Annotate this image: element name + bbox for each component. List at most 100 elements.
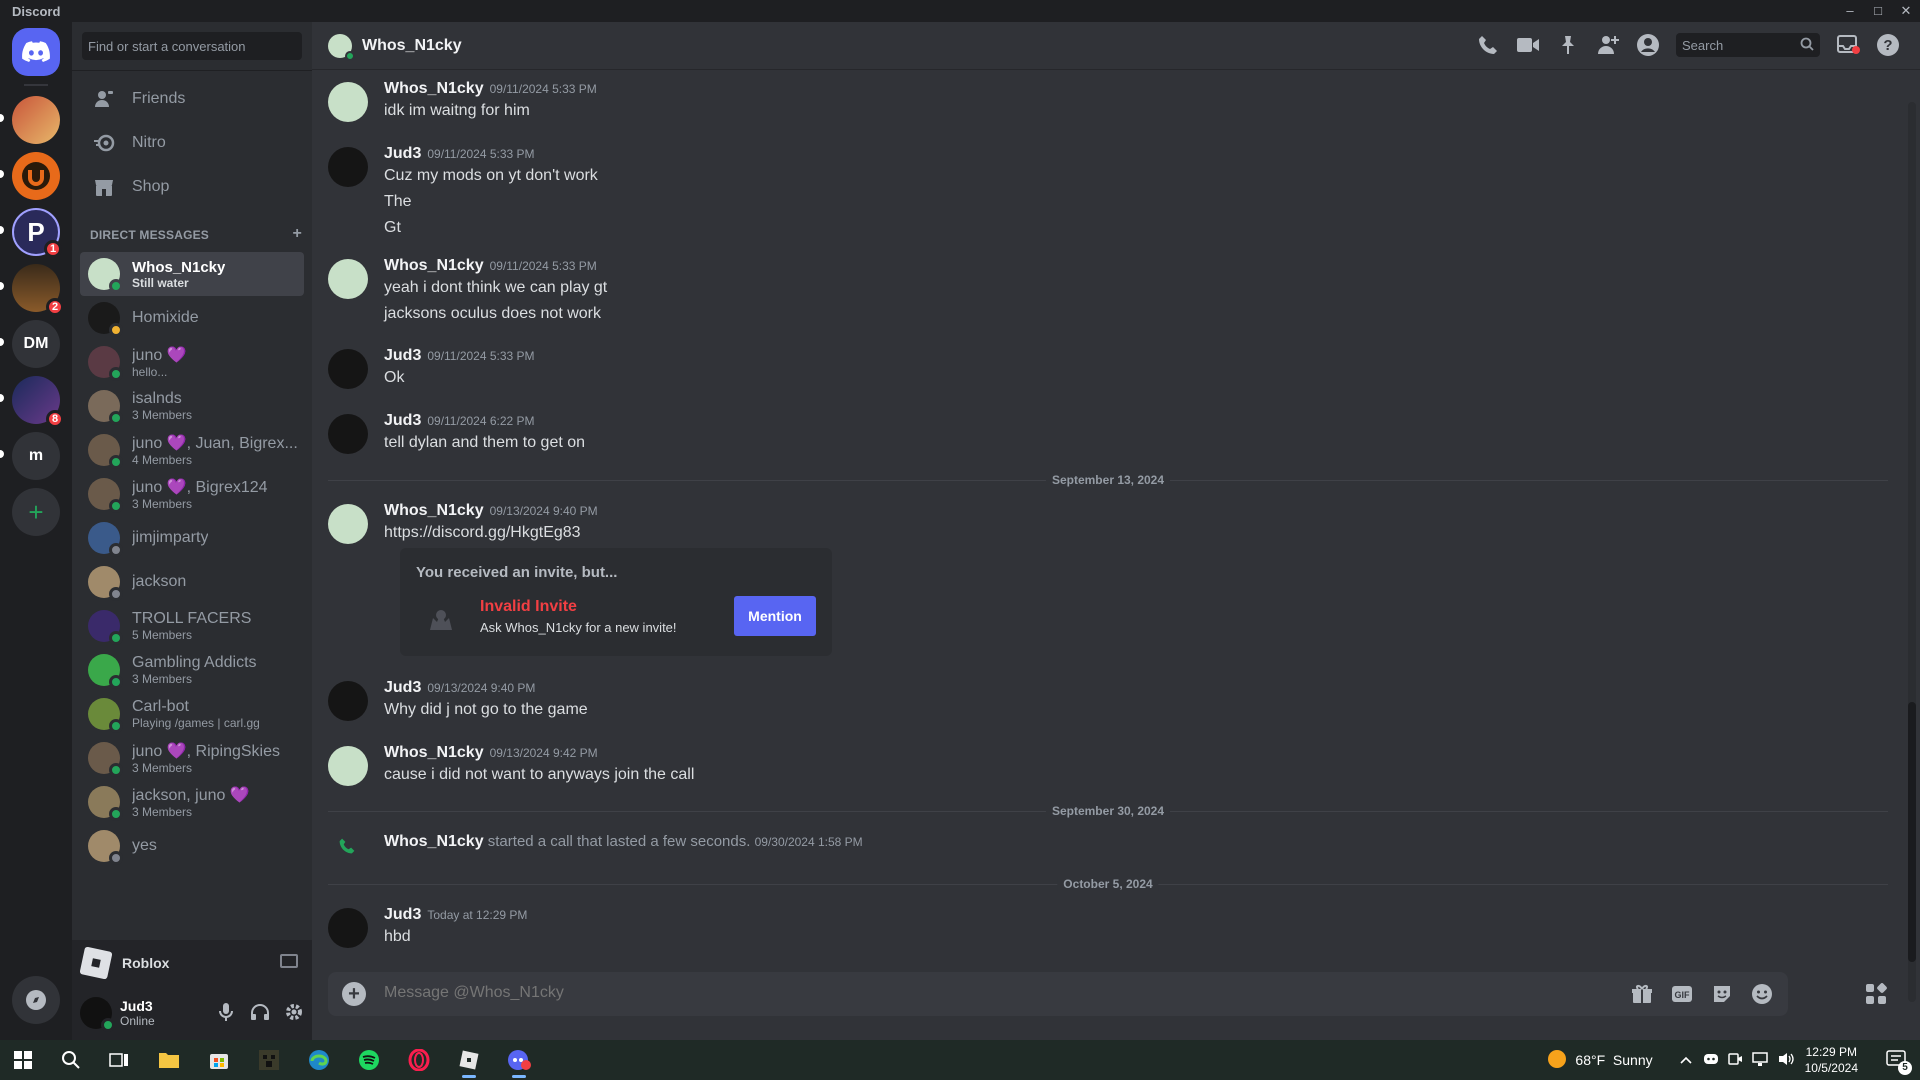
mic-icon[interactable] [216,1002,236,1022]
file-explorer-icon[interactable] [154,1046,184,1074]
headphones-icon[interactable] [250,1002,270,1022]
search-input[interactable]: Search [1676,33,1820,57]
dm-item[interactable]: TROLL FACERS 5 Members [80,604,304,648]
dm-item[interactable]: isalnds 3 Members [80,384,304,428]
minecraft-icon[interactable] [254,1046,284,1074]
meet-now-icon[interactable] [1727,1051,1743,1070]
server-icon-2[interactable] [12,152,60,200]
gif-icon[interactable]: GIF [1670,982,1694,1006]
avatar[interactable] [328,414,368,454]
dm-item[interactable]: jackson, juno 💜 3 Members [80,780,304,824]
discord-tray-icon[interactable] [1703,1052,1719,1069]
upload-plus-icon[interactable]: + [342,982,366,1006]
maximize-button[interactable]: □ [1864,0,1892,22]
task-view-icon[interactable] [104,1046,134,1074]
edge-browser-icon[interactable] [304,1046,334,1074]
scrollbar[interactable] [1908,102,1916,1002]
nav-shop[interactable]: Shop [80,166,304,208]
dm-item[interactable]: juno 💜, Juan, Bigrex... 4 Members [80,428,304,472]
settings-gear-icon[interactable] [284,1002,304,1022]
weather-text[interactable]: 68°F Sunny [1575,1052,1652,1068]
dm-item[interactable]: yes [80,824,304,868]
message-input[interactable] [384,984,1584,1002]
nav-friends[interactable]: Friends [80,78,304,120]
network-icon[interactable] [1751,1051,1769,1070]
avatar[interactable] [328,746,368,786]
author-name[interactable]: Whos_N1cky [384,257,484,274]
dm-item[interactable]: jackson [80,560,304,604]
taskbar-search-icon[interactable] [56,1046,86,1074]
avatar[interactable] [328,908,368,948]
author-name[interactable]: Jud3 [384,145,421,162]
author-name[interactable]: Whos_N1cky [384,80,484,97]
stream-icon[interactable] [280,954,298,968]
minimize-button[interactable]: – [1836,0,1864,22]
author-name[interactable]: Jud3 [384,906,421,923]
user-profile-icon[interactable] [1636,32,1660,58]
avatar[interactable] [328,147,368,187]
invite-link[interactable]: https://discord.gg/HkgtEg83 [384,524,581,542]
close-button[interactable]: ✕ [1892,0,1920,22]
server-icon-3[interactable]: P 1 [12,208,62,258]
help-icon[interactable]: ? [1876,32,1900,58]
status-dot [109,543,123,557]
video-call-icon[interactable] [1516,32,1540,58]
dm-item[interactable]: juno 💜, RipingSkies 3 Members [80,736,304,780]
chevron-up-icon[interactable] [1679,1053,1693,1068]
author-name[interactable]: Jud3 [384,412,421,429]
server-icon-4[interactable]: 2 [12,264,64,316]
notifications-icon[interactable]: 5 [1886,1049,1912,1075]
gift-icon[interactable] [1630,982,1654,1006]
nav-nitro[interactable]: Nitro [80,122,304,164]
apps-icon[interactable] [1864,982,1892,1008]
sticker-icon[interactable] [1710,982,1734,1006]
emoji-icon[interactable] [1750,982,1774,1006]
add-friends-to-dm-icon[interactable] [1596,32,1620,58]
author-name[interactable]: Jud3 [384,679,421,696]
call-author[interactable]: Whos_N1cky [384,833,484,850]
system-clock[interactable]: 12:29 PM 10/5/2024 [1805,1044,1858,1076]
status-dot [109,675,123,689]
server-m[interactable]: m [12,432,60,480]
nav-shop-label: Shop [132,178,170,195]
dm-item[interactable]: juno 💜, Bigrex124 3 Members [80,472,304,516]
volume-icon[interactable] [1777,1051,1795,1070]
discord-taskbar-icon[interactable] [504,1046,534,1078]
spotify-icon[interactable] [354,1046,384,1074]
voice-call-icon[interactable] [1476,32,1500,58]
server-icon-6[interactable]: 8 [12,376,64,428]
find-conversation-input[interactable]: Find or start a conversation [82,32,302,60]
author-name[interactable]: Whos_N1cky [384,744,484,761]
unread-pill [0,114,4,122]
dm-item[interactable]: Gambling Addicts 3 Members [80,648,304,692]
avatar[interactable] [328,259,368,299]
dm-item[interactable]: juno 💜 hello... [80,340,304,384]
opera-gx-icon[interactable] [404,1046,434,1074]
server-dm[interactable]: DM [12,320,60,368]
dm-item[interactable]: Homixide [80,296,304,340]
add-server-button[interactable]: + [12,488,60,536]
author-name[interactable]: Jud3 [384,347,421,364]
server-icon-1[interactable] [12,96,60,144]
avatar [88,302,123,337]
mention-button[interactable]: Mention [734,596,816,636]
user-avatar[interactable] [80,997,115,1032]
pinned-messages-icon[interactable] [1556,32,1580,58]
scrollbar-thumb[interactable] [1908,702,1916,962]
dm-item[interactable]: Carl-bot Playing /games | carl.gg [80,692,304,736]
timestamp: 09/11/2024 5:33 PM [489,259,597,273]
avatar[interactable] [328,681,368,721]
start-windows-icon[interactable] [8,1046,38,1074]
roblox-taskbar-icon[interactable] [454,1046,484,1078]
ms-store-icon[interactable] [204,1046,234,1074]
avatar[interactable] [328,504,368,544]
inbox-icon[interactable] [1836,32,1860,58]
avatar[interactable] [328,349,368,389]
create-dm-button[interactable]: + [292,226,302,242]
author-name[interactable]: Whos_N1cky [384,502,484,519]
discover-button[interactable] [12,976,60,1024]
dm-item[interactable]: jimjimparty [80,516,304,560]
dm-item[interactable]: Whos_N1cky Still water [80,252,304,296]
home-button[interactable] [12,28,60,76]
avatar[interactable] [328,82,368,122]
